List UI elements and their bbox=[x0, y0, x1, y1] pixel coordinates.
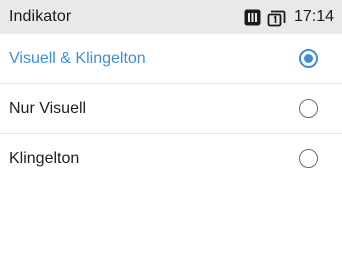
option-label: Visuell & Klingelton bbox=[9, 49, 146, 67]
option-ringtone[interactable]: Klingelton bbox=[0, 134, 342, 184]
clock-time: 17:14 bbox=[293, 8, 334, 25]
option-visual-only[interactable]: Nur Visuell bbox=[0, 84, 342, 134]
option-label: Klingelton bbox=[9, 150, 80, 167]
radio-button-unchecked[interactable] bbox=[299, 149, 318, 168]
radio-button-unchecked[interactable] bbox=[299, 98, 318, 118]
indicator-option-list: Visuell & Klingelton Nur Visuell Klingel… bbox=[0, 34, 342, 184]
option-label: Nur Visuell bbox=[9, 99, 87, 117]
status-bar: Indikator 17:14 bbox=[0, 0, 342, 34]
radio-button-checked[interactable] bbox=[299, 48, 318, 68]
option-visual-and-ringtone[interactable]: Visuell & Klingelton bbox=[0, 34, 342, 84]
indicator-screen: Indikator 17:14 Visuell & Klingelton Nur… bbox=[0, 0, 342, 259]
sim-card-icon bbox=[244, 9, 261, 26]
window-one-icon bbox=[267, 8, 286, 27]
status-icons: 17:14 bbox=[244, 8, 334, 27]
screen-title: Indikator bbox=[9, 8, 72, 25]
